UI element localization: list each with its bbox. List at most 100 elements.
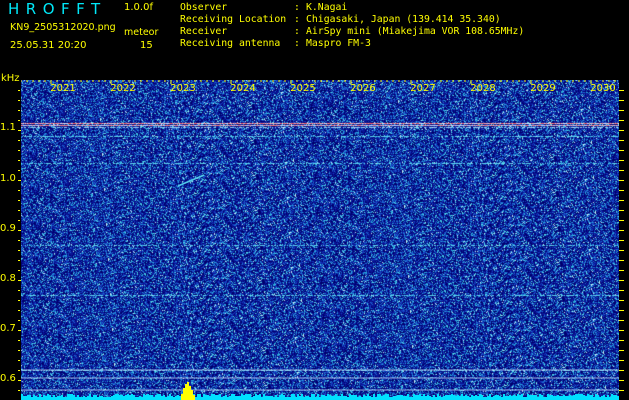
activity-bar xyxy=(407,394,409,400)
activity-bar xyxy=(353,395,355,400)
activity-bar xyxy=(99,396,101,400)
activity-bar xyxy=(383,395,385,400)
x-tick-label: 2030 xyxy=(590,83,615,94)
activity-bar xyxy=(167,396,169,400)
activity-bar xyxy=(465,395,467,400)
activity-bar xyxy=(335,394,337,400)
activity-bar xyxy=(311,394,313,400)
right-tick-mark xyxy=(619,240,624,241)
y-tick-label: 0.8 xyxy=(0,273,16,284)
activity-bar xyxy=(443,396,445,400)
activity-bar xyxy=(569,395,571,400)
x-tick-label: 2023 xyxy=(170,83,195,94)
activity-bar xyxy=(425,396,427,400)
right-tick-mark xyxy=(619,340,624,341)
activity-bar xyxy=(397,395,399,400)
activity-bar xyxy=(467,396,469,400)
right-tick-mark xyxy=(619,210,624,211)
activity-bar xyxy=(339,396,341,400)
activity-bar xyxy=(219,394,221,400)
y-tick-label: 0.7 xyxy=(0,323,16,334)
activity-bar xyxy=(533,395,535,400)
x-tick-label: 2021 xyxy=(50,83,75,94)
activity-bar xyxy=(449,395,451,400)
activity-bar xyxy=(579,394,581,400)
activity-bar xyxy=(563,395,565,400)
activity-bar xyxy=(413,394,415,400)
activity-bar xyxy=(527,394,529,400)
activity-bar xyxy=(581,394,583,400)
y-tick-label: 1.0 xyxy=(0,173,16,184)
activity-bar xyxy=(313,394,315,400)
activity-bar xyxy=(43,395,45,400)
y-tick-mark xyxy=(18,200,20,201)
activity-bar xyxy=(207,395,209,400)
y-tick-mark xyxy=(18,310,20,311)
activity-bar xyxy=(395,396,397,400)
activity-bar xyxy=(25,396,27,400)
right-tick-mark xyxy=(619,290,624,291)
activity-bar xyxy=(349,394,351,400)
meteor-echo-streak xyxy=(177,174,205,187)
y-tick-mark xyxy=(18,260,20,261)
activity-bar xyxy=(255,394,257,400)
right-tick-mark xyxy=(619,380,624,381)
activity-bar xyxy=(343,396,345,400)
activity-bar xyxy=(607,395,609,400)
activity-bar xyxy=(329,395,331,400)
y-tick-mark xyxy=(18,160,20,161)
activity-bar xyxy=(321,395,323,400)
y-tick-mark xyxy=(18,90,20,91)
activity-bar xyxy=(237,396,239,400)
right-tick-mark xyxy=(619,390,624,391)
activity-bar xyxy=(197,394,199,400)
right-tick-mark xyxy=(619,170,624,171)
meteor-count-bar xyxy=(181,394,183,400)
right-tick-mark xyxy=(619,140,624,141)
version-label: 1.0.0f xyxy=(124,2,153,13)
right-tick-mark xyxy=(619,190,624,191)
y-tick-mark xyxy=(18,340,20,341)
activity-bar xyxy=(95,395,97,400)
activity-bar xyxy=(521,394,523,400)
activity-bar xyxy=(23,396,25,400)
activity-bar xyxy=(267,396,269,400)
y-tick-mark xyxy=(18,100,20,101)
activity-bar xyxy=(217,395,219,400)
activity-bar xyxy=(561,396,563,400)
activity-bar xyxy=(557,395,559,400)
activity-bar xyxy=(325,396,327,400)
activity-bar xyxy=(577,394,579,400)
activity-bar xyxy=(497,395,499,400)
activity-bar xyxy=(613,395,615,400)
activity-bar xyxy=(555,396,557,400)
activity-bar xyxy=(283,395,285,400)
activity-bar xyxy=(331,396,333,400)
activity-bar xyxy=(89,394,91,400)
meteor-count-bar xyxy=(189,386,191,400)
activity-bar xyxy=(307,396,309,400)
activity-bar xyxy=(199,394,201,400)
activity-bar xyxy=(509,395,511,400)
right-axis xyxy=(619,80,629,400)
activity-bar xyxy=(611,394,613,400)
right-tick-mark xyxy=(619,330,624,331)
activity-bar xyxy=(229,396,231,400)
activity-bar xyxy=(45,396,47,400)
info-row-receiver: Receiver: AirSpy mini (Miakejima VOR 108.… xyxy=(180,26,525,37)
activity-bar xyxy=(215,395,217,400)
date-time: 25.05.31 20:20 xyxy=(10,40,87,51)
x-tick-label: 2029 xyxy=(530,83,555,94)
activity-bar xyxy=(387,394,389,400)
activity-bar xyxy=(567,396,569,400)
activity-bar xyxy=(163,395,165,400)
activity-bar xyxy=(403,396,405,400)
activity-bar xyxy=(291,394,293,400)
activity-bar xyxy=(149,395,151,400)
activity-bar xyxy=(427,395,429,400)
activity-bar xyxy=(535,395,537,400)
meteor-count-bar xyxy=(183,388,185,400)
activity-bar xyxy=(67,394,69,400)
activity-bar xyxy=(595,394,597,400)
activity-bar xyxy=(377,394,379,400)
